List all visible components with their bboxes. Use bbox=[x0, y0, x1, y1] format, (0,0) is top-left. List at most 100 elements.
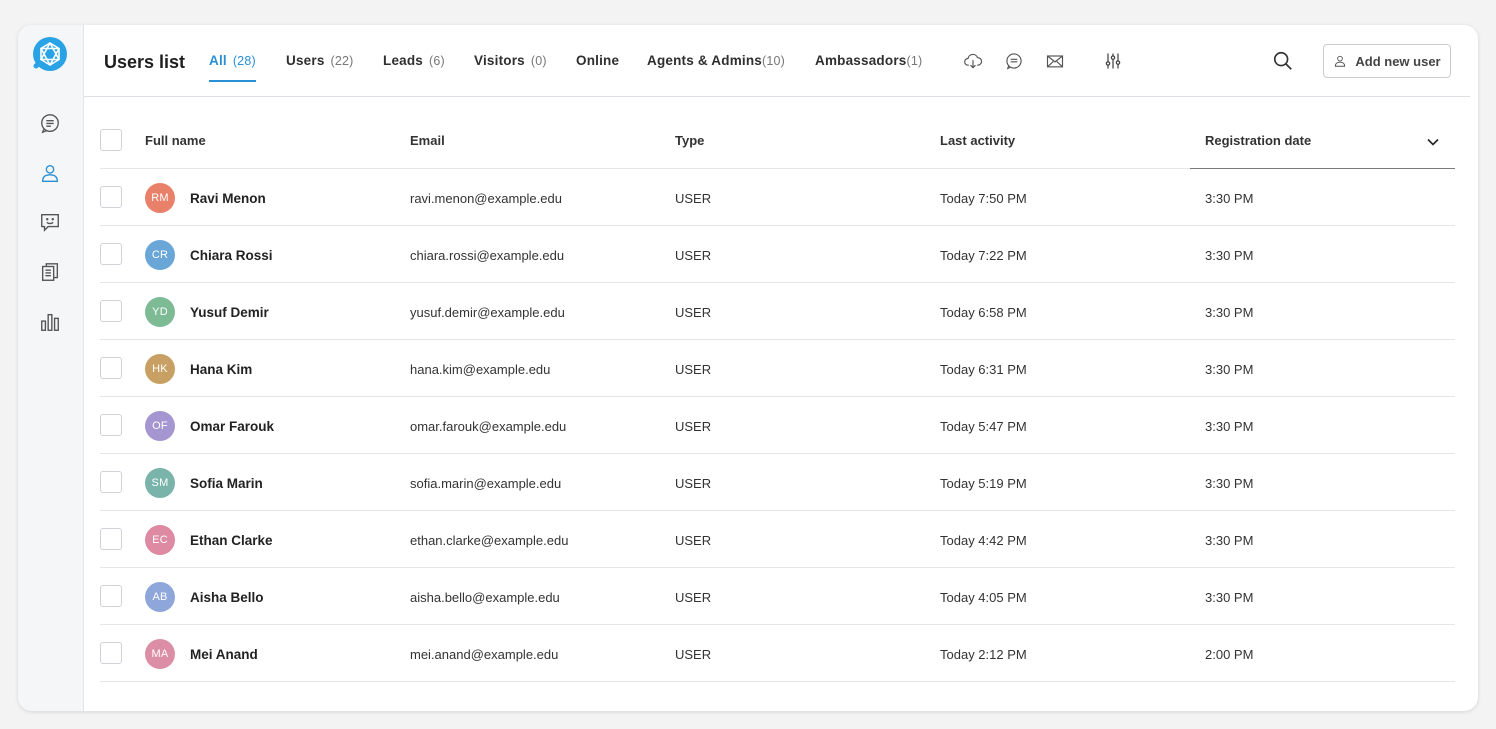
avatar: SM bbox=[145, 468, 175, 498]
avatar: AB bbox=[145, 582, 175, 612]
table-row[interactable]: MA Mei Anand mei.anand@example.edu USER … bbox=[100, 625, 1455, 682]
last-activity: Today 4:42 PM bbox=[940, 533, 1027, 548]
documents-icon[interactable] bbox=[38, 260, 62, 284]
avatar: YD bbox=[145, 297, 175, 327]
select-all-checkbox[interactable] bbox=[100, 129, 122, 151]
tab-online[interactable]: Online bbox=[576, 53, 619, 68]
tab-label: Online bbox=[576, 53, 620, 68]
avatar: CR bbox=[145, 240, 175, 270]
registration-date: 3:30 PM bbox=[1205, 590, 1254, 605]
last-activity: Today 7:22 PM bbox=[940, 248, 1027, 263]
tab-label: Leads bbox=[383, 53, 424, 68]
tab-visitors[interactable]: Visitors (0) bbox=[474, 53, 547, 68]
row-checkbox[interactable] bbox=[100, 357, 122, 379]
user-name[interactable]: Ethan Clarke bbox=[190, 533, 273, 548]
table-row[interactable]: YD Yusuf Demir yusuf.demir@example.edu U… bbox=[100, 283, 1455, 340]
avatar: OF bbox=[145, 411, 175, 441]
table-row[interactable]: RM Ravi Menon ravi.menon@example.edu USE… bbox=[100, 169, 1455, 226]
user-name[interactable]: Omar Farouk bbox=[190, 419, 274, 434]
tab-count: (0) bbox=[530, 54, 547, 68]
feedback-icon[interactable] bbox=[38, 210, 62, 234]
tab-count: (6) bbox=[428, 54, 445, 68]
user-name[interactable]: Hana Kim bbox=[190, 362, 252, 377]
user-email: yusuf.demir@example.edu bbox=[410, 305, 565, 320]
user-name[interactable]: Ravi Menon bbox=[190, 191, 266, 206]
column-registration-date[interactable]: Registration date bbox=[1205, 133, 1311, 148]
user-type: USER bbox=[675, 362, 712, 377]
user-email: chiara.rossi@example.edu bbox=[410, 248, 565, 263]
user-email: mei.anand@example.edu bbox=[410, 647, 559, 662]
avatar: EC bbox=[145, 525, 175, 555]
row-checkbox[interactable] bbox=[100, 642, 122, 664]
last-activity: Today 2:12 PM bbox=[940, 647, 1027, 662]
row-checkbox[interactable] bbox=[100, 243, 122, 265]
column-type[interactable]: Type bbox=[675, 133, 704, 148]
user-type: USER bbox=[675, 305, 712, 320]
column-full-name[interactable]: Full name bbox=[145, 133, 206, 148]
search-icon[interactable] bbox=[1272, 50, 1294, 72]
last-activity: Today 6:58 PM bbox=[940, 305, 1027, 320]
tab-users[interactable]: Users (22) bbox=[286, 53, 354, 68]
last-activity: Today 7:50 PM bbox=[940, 191, 1027, 206]
chevron-down-icon[interactable] bbox=[1426, 135, 1440, 149]
mail-icon[interactable] bbox=[1044, 50, 1066, 72]
page-title: Users list bbox=[104, 52, 186, 72]
row-checkbox[interactable] bbox=[100, 471, 122, 493]
user-icon bbox=[1335, 55, 1346, 67]
avatar: MA bbox=[145, 639, 175, 669]
row-checkbox[interactable] bbox=[100, 414, 122, 436]
tab-leads[interactable]: Leads (6) bbox=[383, 53, 445, 68]
user-type: USER bbox=[675, 248, 712, 263]
row-checkbox[interactable] bbox=[100, 300, 122, 322]
add-new-user-button[interactable]: Add new user bbox=[1323, 44, 1451, 78]
tab-ambassadors[interactable]: Ambassadors(1) bbox=[815, 53, 922, 68]
user-type: USER bbox=[675, 419, 712, 434]
user-type: USER bbox=[675, 647, 712, 662]
last-activity: Today 5:19 PM bbox=[940, 476, 1027, 491]
table-row[interactable]: AB Aisha Bello aisha.bello@example.edu U… bbox=[100, 568, 1455, 625]
main-content: Users list All (28) Users (22) Leads (6)… bbox=[84, 25, 1470, 711]
last-activity: Today 4:05 PM bbox=[940, 590, 1027, 605]
column-last-activity[interactable]: Last activity bbox=[940, 133, 1015, 148]
table-row[interactable]: OF Omar Farouk omar.farouk@example.edu U… bbox=[100, 397, 1455, 454]
registration-date: 3:30 PM bbox=[1205, 419, 1254, 434]
table-row[interactable]: CR Chiara Rossi chiara.rossi@example.edu… bbox=[100, 226, 1455, 283]
user-email: sofia.marin@example.edu bbox=[410, 476, 562, 491]
row-checkbox[interactable] bbox=[100, 186, 122, 208]
last-activity: Today 5:47 PM bbox=[940, 419, 1027, 434]
analytics-icon[interactable] bbox=[38, 310, 62, 334]
filter-settings-icon[interactable] bbox=[1102, 50, 1124, 72]
tab-all[interactable]: All (28) bbox=[209, 53, 256, 68]
add-button-label: Add new user bbox=[1355, 53, 1441, 69]
user-email: aisha.bello@example.edu bbox=[410, 590, 560, 605]
user-name[interactable]: Mei Anand bbox=[190, 647, 258, 662]
tab-agents-admins[interactable]: Agents & Admins(10) bbox=[647, 53, 785, 68]
logo-icon[interactable] bbox=[32, 36, 68, 72]
top-bar: Users list All (28) Users (22) Leads (6)… bbox=[84, 25, 1470, 97]
sidebar bbox=[18, 25, 84, 711]
table-row[interactable]: EC Ethan Clarke ethan.clarke@example.edu… bbox=[100, 511, 1455, 568]
user-name[interactable]: Aisha Bello bbox=[190, 590, 264, 605]
user-email: hana.kim@example.edu bbox=[410, 362, 551, 377]
registration-date: 3:30 PM bbox=[1205, 248, 1254, 263]
active-tab-indicator bbox=[209, 80, 256, 82]
message-icon[interactable] bbox=[1003, 50, 1025, 72]
tab-count: (28) bbox=[232, 54, 256, 68]
cloud-download-icon[interactable] bbox=[962, 50, 984, 72]
user-name[interactable]: Yusuf Demir bbox=[190, 305, 269, 320]
row-checkbox[interactable] bbox=[100, 528, 122, 550]
registration-date: 3:30 PM bbox=[1205, 305, 1254, 320]
user-name[interactable]: Sofia Marin bbox=[190, 476, 263, 491]
chat-icon[interactable] bbox=[38, 111, 62, 135]
table-row[interactable]: HK Hana Kim hana.kim@example.edu USER To… bbox=[100, 340, 1455, 397]
registration-date: 3:30 PM bbox=[1205, 476, 1254, 491]
user-icon[interactable] bbox=[38, 161, 62, 185]
registration-date: 2:00 PM bbox=[1205, 647, 1254, 662]
tab-count: (1) bbox=[906, 54, 923, 68]
column-email[interactable]: Email bbox=[410, 133, 445, 148]
row-checkbox[interactable] bbox=[100, 585, 122, 607]
user-name[interactable]: Chiara Rossi bbox=[190, 248, 273, 263]
users-table: Full name Email Type Last activity Regis… bbox=[100, 113, 1455, 682]
user-type: USER bbox=[675, 191, 712, 206]
table-row[interactable]: SM Sofia Marin sofia.marin@example.edu U… bbox=[100, 454, 1455, 511]
